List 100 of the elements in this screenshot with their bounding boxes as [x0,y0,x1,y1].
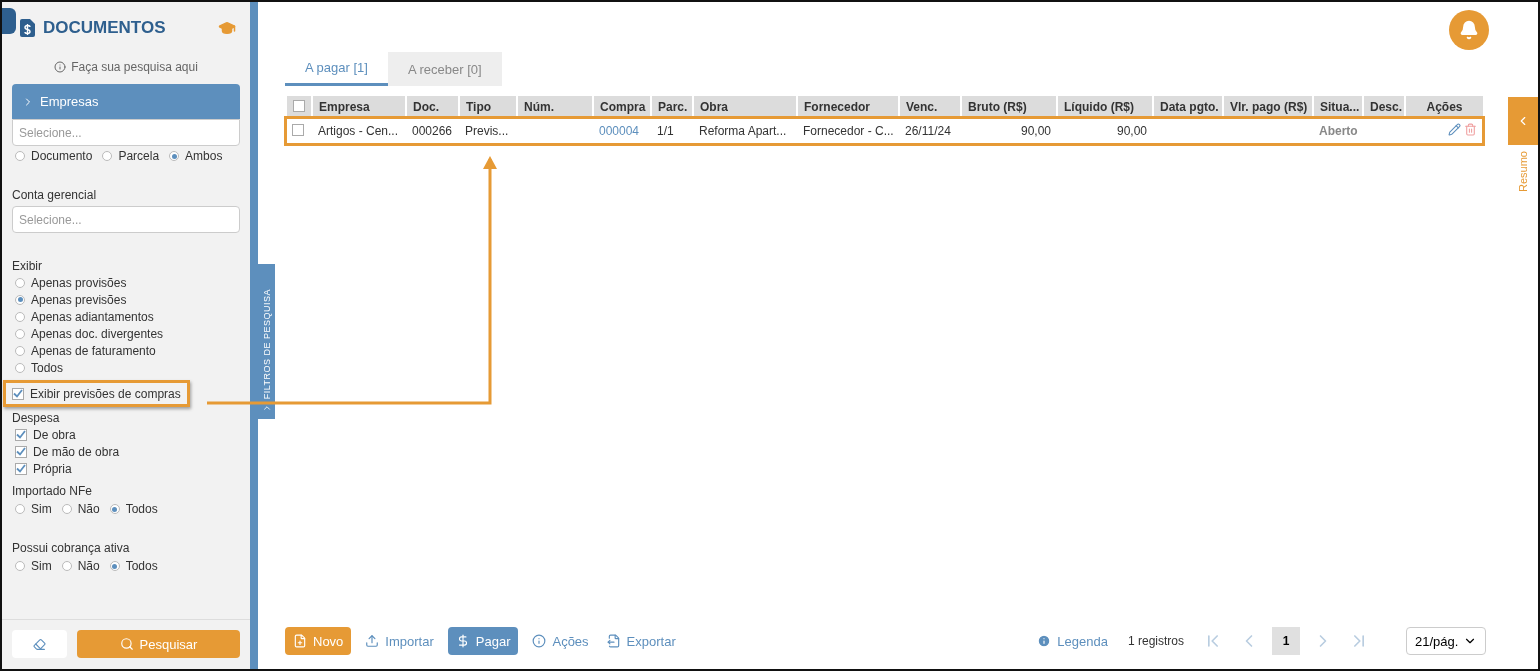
table-cell: 26/11/24 [899,118,961,144]
record-count: 1 registros [1127,634,1184,648]
summary-label: Resumo [1517,151,1529,192]
info-icon [532,634,547,648]
column-header[interactable]: Situa... [1313,96,1363,118]
file-plus-icon [293,634,307,648]
file-export-icon [606,634,621,648]
checkbox-option[interactable]: Própria [15,460,240,477]
radio-option[interactable]: Apenas doc. divergentes [15,325,240,342]
radio-button[interactable] [15,311,25,322]
field-label: Importado NFe [12,482,94,499]
radio-button[interactable] [15,561,25,571]
page-number[interactable]: 1 [1272,627,1300,655]
column-header[interactable]: Empresa [312,96,406,118]
column-header[interactable]: Compra [593,96,651,118]
column-header[interactable]: Tipo [459,96,517,118]
field-label: Conta gerencial [12,186,98,203]
document-dollar-icon [20,19,35,37]
table-cell: 90,00 [1057,118,1153,144]
radio-option[interactable]: Sim [15,500,52,518]
eraser-icon [33,637,46,651]
checkbox-option[interactable]: Exibir previsões de compras [12,385,181,402]
radio-button[interactable] [15,362,25,373]
column-header[interactable]: Ações [1405,96,1483,118]
table-cell: Previs... [459,118,517,144]
radio-option[interactable]: Apenas provisões [15,274,240,291]
radio-button[interactable] [109,504,120,514]
radio-option[interactable]: Apenas de faturamento [15,342,240,359]
radio-option[interactable]: Todos [109,500,158,518]
summary-toggle-button[interactable] [1508,97,1538,145]
table-cell: Reforma Apart... [693,118,797,144]
column-header[interactable]: Bruto (R$) [961,96,1057,118]
table-row[interactable]: Artigos - Cen... 000266 Previs... 000004 1/1 Reforma Apart... Fornecedor - C... 26/11/24 90,00 90,00 Aberto [286,118,1483,144]
radio-option[interactable]: Documento [15,147,93,165]
chevron-up-icon [261,403,272,413]
field-label: Possui cobrança ativa [12,539,131,556]
checkbox[interactable] [12,387,24,400]
radio-button[interactable] [15,345,25,356]
table-cell: Artigos - Cen... [312,118,406,144]
column-header[interactable]: Vlr. pago (R$) [1223,96,1313,118]
radio-option[interactable]: Ambos [169,147,223,165]
radio-option[interactable]: Todos [109,557,158,575]
column-header[interactable]: Fornecedor [797,96,899,118]
companies-select[interactable]: Selecione... [12,119,240,146]
radio-option[interactable]: Apenas adiantamentos [15,308,240,325]
upload-icon [365,634,380,648]
column-header[interactable]: Parc. [651,96,693,118]
table-cell: 1/1 [651,118,693,144]
column-header[interactable]: Data pgto. [1153,96,1223,118]
radio-button[interactable] [169,151,180,161]
purchase-link[interactable]: 000004 [593,118,651,144]
page-size-select[interactable]: 21/pág. [1406,627,1486,655]
checkbox[interactable] [15,445,27,458]
radio-option[interactable]: Não [61,557,100,575]
field-label: Despesa [12,409,61,426]
radio-option[interactable]: Sim [15,557,52,575]
column-header[interactable]: Desc. [1363,96,1405,118]
select-all-checkbox[interactable] [293,99,305,112]
field-label: Exibir [12,257,43,274]
row-checkbox[interactable] [292,123,304,136]
bell-icon [1459,20,1479,40]
radio-button[interactable] [61,561,72,571]
table-cell: 000266 [406,118,459,144]
column-header[interactable]: Obra [693,96,797,118]
graduation-cap-icon[interactable] [218,19,236,37]
radio-button[interactable] [15,277,25,288]
column-header[interactable]: Venc. [899,96,961,118]
panel-title: DOCUMENTOS [43,18,167,38]
radio-button[interactable] [102,151,113,161]
toolbar-button[interactable]: Exportar [602,627,680,655]
checkbox[interactable] [15,462,27,475]
toolbar-button[interactable]: Ações [528,627,593,655]
table-cell: 90,00 [961,118,1057,144]
radio-button[interactable] [61,504,72,514]
checkbox[interactable] [15,428,27,441]
search-icon [119,637,134,651]
delete-icon[interactable] [1464,123,1477,136]
radio-option[interactable]: Parcela [102,147,160,165]
search-hint: Faça sua pesquisa aqui [71,60,198,74]
notification-bell-button[interactable] [1449,10,1489,50]
table-cell: Aberto [1313,118,1363,144]
clear-button[interactable] [12,630,67,658]
radio-option[interactable]: Não [61,500,100,518]
checkbox-option[interactable]: De mão de obra [15,443,240,460]
checkbox-option[interactable]: De obra [15,426,240,443]
edit-icon[interactable] [1447,123,1461,136]
column-header[interactable]: Líquido (R$) [1057,96,1153,118]
radio-option[interactable]: Apenas previsões [15,291,240,308]
info-icon [1037,634,1052,648]
radio-button[interactable] [109,561,120,571]
legend-link[interactable]: Legenda [1033,627,1112,655]
radio-button[interactable] [15,504,25,514]
radio-button[interactable] [15,151,25,161]
radio-button[interactable] [15,294,25,305]
radio-option[interactable]: Todos [15,359,240,376]
toolbar-button[interactable]: Importar [361,627,438,655]
account-select[interactable]: Selecione... [12,206,240,233]
radio-button[interactable] [15,328,25,339]
column-header[interactable]: Núm. [517,96,593,118]
expand-tab[interactable] [2,8,16,34]
